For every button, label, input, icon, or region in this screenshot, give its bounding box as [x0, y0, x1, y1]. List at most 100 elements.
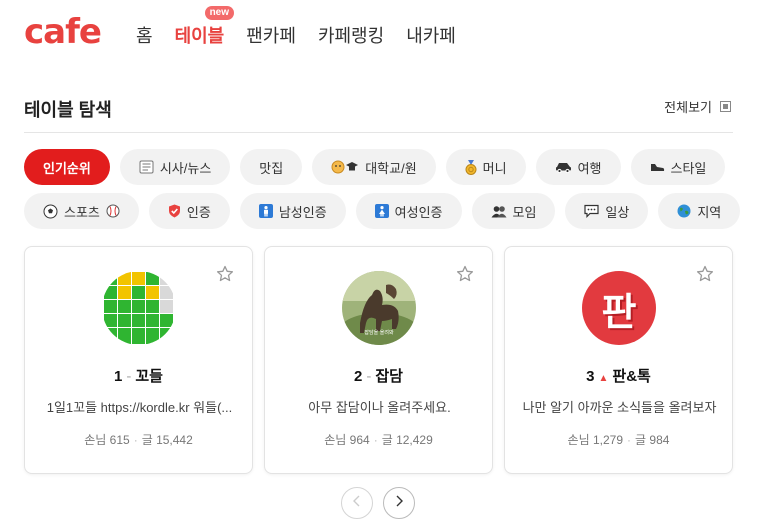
next-button[interactable]: [383, 487, 415, 519]
posts-count: 15,442: [156, 433, 193, 447]
baseball-icon: [106, 204, 120, 218]
view-all-button[interactable]: 전체보기: [664, 97, 731, 116]
rank-number: 1: [114, 368, 123, 385]
meta-separator: ·: [627, 433, 632, 447]
thumbnail-text: 판: [601, 289, 637, 334]
woman-icon: [374, 204, 389, 218]
star-icon[interactable]: [696, 265, 714, 283]
card-description: 나만 알기 아까운 소식들을 올려보자: [522, 400, 717, 415]
cafe-name: 잡담: [375, 368, 403, 385]
meta-separator: ·: [133, 433, 138, 447]
guests-count: 1,279: [592, 433, 624, 447]
chip-label: 대학교/원: [365, 160, 417, 176]
guests-label: 손님: [567, 433, 590, 447]
chip-label: 스포츠: [64, 204, 100, 220]
medal-icon: [465, 159, 477, 175]
guests-count: 964: [349, 433, 370, 447]
man-icon: [258, 204, 273, 218]
student-icon: [331, 160, 359, 174]
people-icon: [491, 205, 507, 218]
section-title: 테이블 탐색: [24, 100, 112, 120]
card-description: 아무 잡담이나 올려주세요.: [308, 400, 451, 415]
soccer-ball-icon: [43, 204, 58, 219]
chip-label: 시사/뉴스: [159, 160, 212, 176]
carousel-pager: [341, 487, 415, 519]
chip-female-verified[interactable]: 여성인증: [355, 193, 462, 229]
chip-verified[interactable]: 인증: [148, 193, 230, 229]
main-nav: 홈 테이블 new 팬카페 카페랭킹 내카페: [136, 6, 456, 48]
star-icon[interactable]: [216, 265, 234, 283]
card-title[interactable]: 3 ▲ 판&톡: [505, 365, 732, 386]
rank-separator: -: [366, 368, 372, 385]
guests-label: 손님: [324, 433, 347, 447]
table-card[interactable]: 1- 꼬들 1일1꼬들 https://kordle.kr 워들(... 손님 6…: [24, 246, 253, 474]
card-title[interactable]: 1- 꼬들: [25, 365, 252, 386]
chip-label: 여성인증: [394, 204, 443, 220]
chip-label: 남성인증: [278, 204, 327, 220]
thumbnail-caption: 잡담을 올려봐: [364, 330, 394, 336]
chip-money[interactable]: 머니: [445, 149, 526, 185]
chip-label: 일상: [605, 204, 630, 220]
chip-meetup[interactable]: 모임: [471, 193, 556, 229]
chip-news[interactable]: 시사/뉴스: [119, 149, 231, 185]
chip-male-verified[interactable]: 남성인증: [239, 193, 346, 229]
chip-label: 맛집: [259, 160, 284, 176]
table-card[interactable]: 잡담을 올려봐 2- 잡담 아무 잡담이나 올려주세요. 손님 964 · 글 12,…: [264, 246, 493, 474]
chevron-left-icon: [352, 494, 362, 512]
card-stats: 손님 964 · 글 12,429: [265, 431, 492, 448]
nav-table-label: 테이블: [174, 26, 225, 46]
list-view-icon: [720, 101, 731, 112]
posts-label: 글: [381, 433, 393, 447]
nav-table[interactable]: 테이블 new: [174, 6, 235, 48]
chip-style[interactable]: 스타일: [630, 149, 726, 185]
card-title[interactable]: 2- 잡담: [265, 365, 492, 386]
nav-fancafe[interactable]: 팬카페: [246, 22, 296, 48]
nav-cafe-ranking[interactable]: 카페랭킹: [318, 22, 384, 48]
cafe-thumbnail: 판: [582, 271, 656, 345]
posts-label: 글: [635, 433, 647, 447]
chip-popular-ranking[interactable]: 인기순위: [24, 149, 110, 185]
header: cafe 홈 테이블 new 팬카페 카페랭킹 내카페: [0, 0, 775, 70]
chip-travel[interactable]: 여행: [535, 149, 621, 185]
chip-sports[interactable]: 스포츠: [24, 193, 139, 229]
table-card[interactable]: 판 3 ▲ 판&톡 나만 알기 아까운 소식들을 올려보자 손님 1,279 · 글 9…: [504, 246, 733, 474]
category-chips-row-1: 인기순위 시사/뉴스 맛집 대학교/원 머니 여행 스타일: [24, 149, 744, 185]
posts-count: 984: [649, 433, 670, 447]
new-badge: new: [204, 6, 235, 20]
car-icon: [555, 161, 572, 173]
chip-label: 모임: [512, 204, 537, 220]
cafe-thumbnail: 잡담을 올려봐: [342, 271, 416, 345]
meta-separator: ·: [373, 433, 378, 447]
rank-up-icon: ▲: [598, 373, 609, 384]
nav-home[interactable]: 홈: [136, 22, 153, 48]
divider: [24, 132, 733, 133]
card-stats: 손님 1,279 · 글 984: [505, 431, 732, 448]
card-stats: 손님 615 · 글 15,442: [25, 431, 252, 448]
cafe-thumbnail: [102, 271, 176, 345]
cafe-name: 꼬들: [135, 368, 163, 385]
chip-region[interactable]: 지역: [658, 193, 741, 229]
guests-label: 손님: [84, 433, 107, 447]
chip-label: 머니: [482, 160, 507, 176]
cafe-logo[interactable]: cafe: [24, 12, 102, 52]
chip-daily-life[interactable]: 일상: [565, 193, 649, 229]
guests-count: 615: [109, 433, 130, 447]
chip-university[interactable]: 대학교/원: [312, 149, 436, 185]
speech-bubble-icon: [584, 204, 600, 218]
previous-button[interactable]: [341, 487, 373, 519]
chevron-right-icon: [394, 494, 404, 512]
star-icon[interactable]: [456, 265, 474, 283]
shield-check-icon: [168, 204, 181, 218]
shoe-icon: [650, 162, 665, 172]
cafe-name: 판&톡: [612, 368, 651, 385]
chip-label: 지역: [697, 204, 722, 220]
chip-restaurants[interactable]: 맛집: [240, 149, 303, 185]
nav-my-cafe[interactable]: 내카페: [406, 22, 456, 48]
chip-label: 스타일: [670, 160, 707, 176]
globe-icon: [677, 204, 691, 218]
chip-label: 여행: [577, 160, 602, 176]
posts-label: 글: [141, 433, 153, 447]
posts-count: 12,429: [396, 433, 433, 447]
chip-label: 인증: [186, 204, 211, 220]
category-chips-row-2: 스포츠 인증 남성인증 여성인증 모임 일상 지역: [24, 193, 744, 229]
